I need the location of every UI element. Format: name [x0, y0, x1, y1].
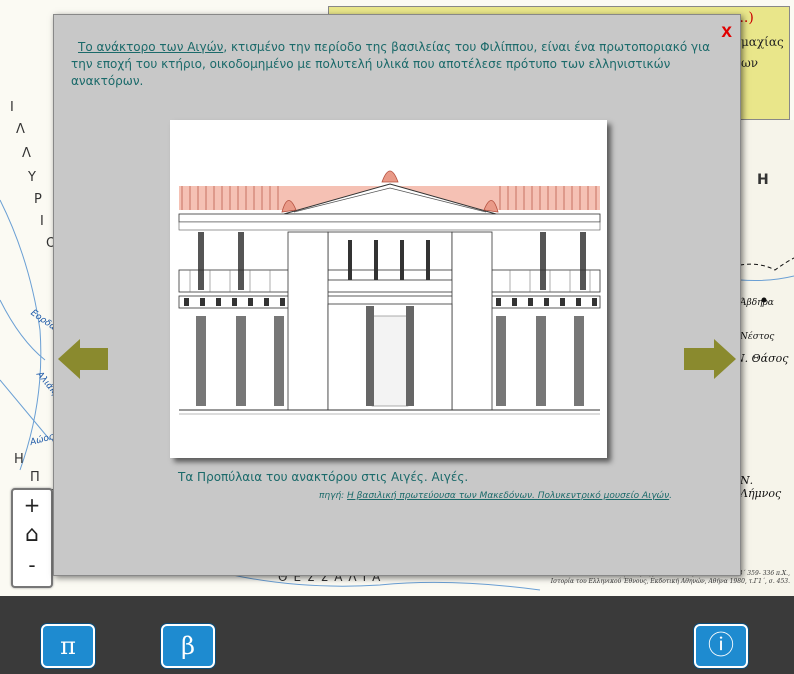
arrow-right-icon[interactable] [684, 339, 736, 379]
source-suffix: . [669, 491, 672, 501]
region-letter: Ι [40, 214, 44, 229]
zoom-out-button[interactable]: - [13, 550, 51, 580]
pi-button[interactable]: π [41, 624, 95, 668]
beta-button[interactable]: β [161, 624, 215, 668]
info-box-text: ων [741, 56, 759, 70]
place-label: Ν. Λήμνος [740, 474, 782, 500]
palace-link[interactable]: Το ανάκτορο των Αιγών [78, 40, 223, 54]
home-button[interactable]: ⌂ [13, 520, 51, 550]
modal-intro-text: Το ανάκτορο των Αιγών, κτισμένο την περί… [71, 39, 711, 90]
region-letter: Η [757, 172, 769, 188]
bottom-toolbar: π β ⓘ [0, 596, 794, 674]
place-label: Άβδηρα [740, 298, 774, 308]
palace-elevation-drawing [178, 170, 601, 415]
region-letter: Ι [10, 100, 14, 115]
image-modal: x Το ανάκτορο των Αιγών, κτισμένο την πε… [53, 14, 741, 576]
image-source: πηγή: Η βασιλική πρωτεύουσα των Μακεδόνω… [319, 491, 672, 501]
region-letter: Λ [16, 122, 25, 137]
info-box-text: μαχίας [741, 35, 784, 49]
arrow-left-icon[interactable] [58, 339, 110, 379]
zoom-controls: + ⌂ - [11, 488, 53, 588]
info-icon[interactable]: ⓘ [694, 624, 748, 668]
region-letter: Λ [22, 146, 31, 161]
source-link[interactable]: Η βασιλική πρωτεύουσα των Μακεδόνων. Πολ… [347, 491, 669, 501]
propylaea-drawing [170, 120, 607, 458]
image-caption: Τα Προπύλαια του ανακτόρου στις Αιγές. Α… [178, 470, 469, 484]
place-label: Ν. Θάσος [735, 352, 789, 365]
credit-line: Ιστορία του Ελληνικού Έθνους, Εκδοτική Α… [550, 578, 790, 585]
region-letter: Υ [28, 170, 36, 185]
close-button[interactable]: x [721, 21, 732, 43]
region-letter: Ρ [34, 192, 42, 207]
region-letter: Π [30, 470, 40, 485]
source-prefix: πηγή: [319, 491, 348, 501]
place-label: Νέστος [740, 332, 775, 342]
region-letter: Η [14, 452, 24, 467]
zoom-in-button[interactable]: + [13, 490, 51, 520]
